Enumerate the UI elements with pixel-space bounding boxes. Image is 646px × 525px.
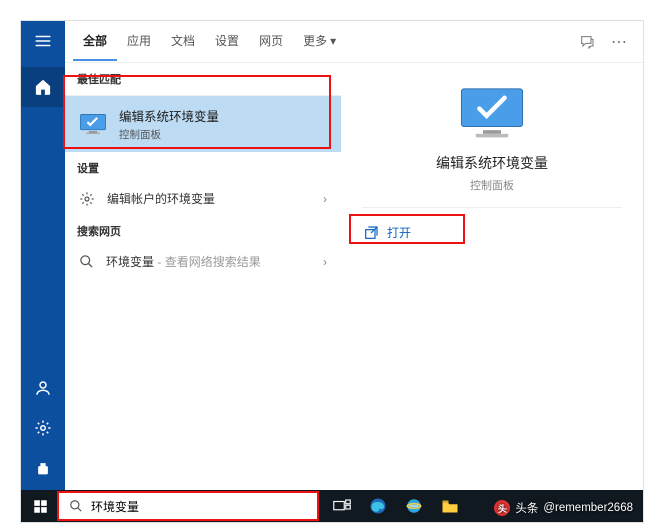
tab-all[interactable]: 全部 xyxy=(73,22,117,61)
taskbar-search[interactable] xyxy=(59,493,317,519)
task-view-icon[interactable] xyxy=(327,490,357,522)
settings-item-label: 编辑帐户的环境变量 xyxy=(107,190,215,207)
web-query: 环境变量 xyxy=(106,255,154,269)
search-icon xyxy=(69,499,83,513)
web-result-item[interactable]: 环境变量 - 查看网络搜索结果 › xyxy=(65,245,341,278)
watermark: 头 头条@remember2668 xyxy=(494,500,633,516)
menu-icon[interactable] xyxy=(21,21,65,61)
start-menu-rail xyxy=(21,21,65,522)
open-label: 打开 xyxy=(387,224,411,241)
start-button[interactable] xyxy=(21,490,59,522)
user-icon[interactable] xyxy=(21,368,65,408)
web-suffix: - 查看网络搜索结果 xyxy=(157,255,260,269)
explorer-icon[interactable] xyxy=(435,490,465,522)
open-action[interactable]: 打开 xyxy=(355,218,465,247)
edge-icon[interactable] xyxy=(363,490,393,522)
tab-settings[interactable]: 设置 xyxy=(205,22,249,61)
home-icon[interactable] xyxy=(21,67,65,107)
settings-rail-icon[interactable] xyxy=(21,408,65,448)
search-results: 最佳匹配 编辑系统环境变量 控制面板 设置 编辑帐户的环境变量 › 搜索网页 环… xyxy=(65,63,341,522)
best-match-title: 编辑系统环境变量 xyxy=(119,106,219,125)
section-search-web: 搜索网页 xyxy=(65,215,341,245)
feedback-icon[interactable] xyxy=(571,26,603,58)
section-settings: 设置 xyxy=(65,152,341,182)
chevron-right-icon: › xyxy=(323,192,327,206)
search-icon xyxy=(79,254,94,269)
detail-pane: 编辑系统环境变量 控制面板 打开 xyxy=(341,63,643,522)
power-icon[interactable] xyxy=(21,448,65,488)
open-icon xyxy=(363,225,379,241)
best-match-subtitle: 控制面板 xyxy=(119,127,219,142)
tab-documents[interactable]: 文档 xyxy=(161,22,205,61)
tab-more[interactable]: 更多▾ xyxy=(293,22,346,61)
tab-apps[interactable]: 应用 xyxy=(117,22,161,61)
more-options-icon[interactable]: ⋯ xyxy=(603,26,635,58)
monitor-large-icon xyxy=(456,85,528,143)
watermark-avatar-icon: 头 xyxy=(494,500,510,516)
gear-icon xyxy=(79,191,95,207)
section-best-match: 最佳匹配 xyxy=(65,63,341,93)
tab-web[interactable]: 网页 xyxy=(249,22,293,61)
best-match-item[interactable]: 编辑系统环境变量 控制面板 xyxy=(65,96,341,152)
chevron-right-icon: › xyxy=(323,255,327,269)
detail-title: 编辑系统环境变量 xyxy=(436,153,548,173)
search-input[interactable] xyxy=(91,499,307,513)
settings-result-item[interactable]: 编辑帐户的环境变量 › xyxy=(65,182,341,215)
detail-subtitle: 控制面板 xyxy=(470,177,514,193)
taskbar-icons xyxy=(327,490,465,522)
monitor-icon xyxy=(79,113,107,135)
search-tabs: 全部 应用 文档 设置 网页 更多▾ ⋯ xyxy=(65,21,643,63)
ie-icon[interactable] xyxy=(399,490,429,522)
